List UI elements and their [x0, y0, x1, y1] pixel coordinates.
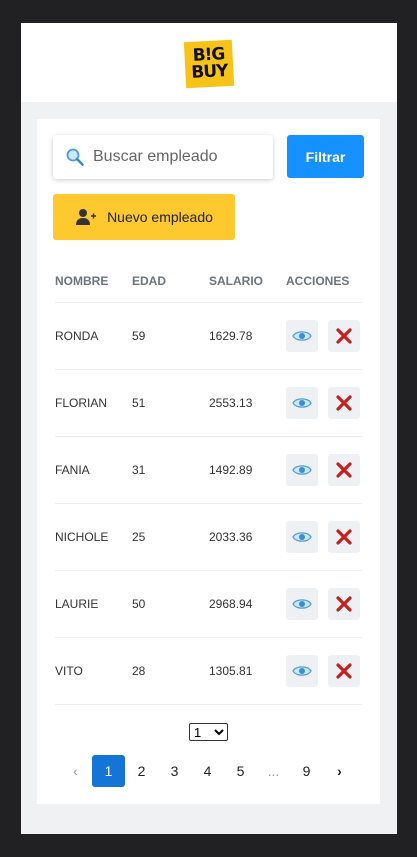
view-button[interactable]: [286, 655, 318, 687]
add-user-icon: [76, 209, 97, 225]
search-box[interactable]: [53, 135, 273, 179]
table-row: FLORIAN 51 2553.13: [55, 370, 362, 437]
delete-button[interactable]: [328, 454, 360, 486]
delete-x-icon: [336, 462, 352, 478]
eye-icon: [292, 532, 312, 542]
cell-salary: 1629.78: [209, 329, 253, 343]
header-salario: SALARIO: [209, 273, 263, 288]
cell-actions: [286, 320, 362, 352]
view-button[interactable]: [286, 521, 318, 553]
filter-button[interactable]: Filtrar: [287, 135, 364, 178]
header-edad: EDAD: [132, 273, 167, 288]
cell-age: 50: [132, 597, 146, 611]
cell-age: 28: [132, 664, 146, 678]
bigbuy-logo[interactable]: B!G BUY: [183, 39, 235, 88]
cell-name: NICHOLE: [55, 530, 109, 544]
cell-salary: 2968.94: [209, 597, 253, 611]
prev-page-button[interactable]: ‹: [59, 755, 92, 787]
eye-icon: [292, 666, 312, 676]
new-employee-label: Nuevo empleado: [107, 209, 213, 225]
header: B!G BUY: [21, 23, 397, 102]
page-ellipsis: ...: [267, 763, 280, 779]
delete-x-icon: [336, 663, 352, 679]
search-row: [53, 135, 273, 179]
delete-button[interactable]: [328, 320, 360, 352]
cell-name: VITO: [55, 664, 83, 678]
eye-icon: [292, 331, 312, 341]
search-icon: [66, 148, 84, 166]
page-5-button[interactable]: 5: [224, 755, 257, 787]
cell-age: 31: [132, 463, 146, 477]
delete-button[interactable]: [328, 588, 360, 620]
cell-age: 59: [132, 329, 146, 343]
cell-name: FLORIAN: [55, 396, 108, 410]
page-select[interactable]: 1: [189, 723, 228, 741]
next-page-button[interactable]: ›: [323, 755, 356, 787]
delete-button[interactable]: [328, 655, 360, 687]
delete-button[interactable]: [328, 521, 360, 553]
cell-salary: 1305.81: [209, 664, 253, 678]
cell-actions: [286, 588, 362, 620]
eye-icon: [292, 599, 312, 609]
delete-button[interactable]: [328, 387, 360, 419]
cell-age: 51: [132, 396, 146, 410]
new-employee-button[interactable]: Nuevo empleado: [53, 194, 235, 240]
cell-salary: 2553.13: [209, 396, 253, 410]
header-acciones: ACCIONES: [286, 273, 350, 288]
page-select-wrapper: 1: [189, 723, 228, 742]
eye-icon: [292, 465, 312, 475]
table-row: RONDA 59 1629.78: [55, 303, 362, 370]
cell-salary: 1492.89: [209, 463, 253, 477]
pagination: ‹ 1 2 3 4 5 ... 9 ›: [59, 755, 356, 787]
table-row: NICHOLE 25 2033.36: [55, 504, 362, 571]
delete-x-icon: [336, 328, 352, 344]
view-button[interactable]: [286, 387, 318, 419]
cell-actions: [286, 387, 362, 419]
cell-name: LAURIE: [55, 597, 99, 611]
delete-x-icon: [336, 395, 352, 411]
delete-x-icon: [336, 596, 352, 612]
employees-card: Filtrar Nuevo empleado NOMBRE EDAD SALAR…: [37, 119, 380, 804]
page-3-button[interactable]: 3: [158, 755, 191, 787]
page-1-button[interactable]: 1: [92, 755, 125, 787]
employees-table: NOMBRE EDAD SALARIO ACCIONES RONDA 59 16…: [55, 259, 362, 705]
cell-age: 25: [132, 530, 146, 544]
table-row: FANIA 31 1492.89: [55, 437, 362, 504]
view-button[interactable]: [286, 454, 318, 486]
eye-icon: [292, 398, 312, 408]
cell-actions: [286, 521, 362, 553]
header-nombre: NOMBRE: [55, 273, 109, 288]
page-4-button[interactable]: 4: [191, 755, 224, 787]
cell-name: FANIA: [55, 463, 90, 477]
logo-line-2: BUY: [190, 60, 228, 83]
view-button[interactable]: [286, 588, 318, 620]
cell-name: RONDA: [55, 329, 99, 343]
table-row: LAURIE 50 2968.94: [55, 571, 362, 638]
delete-x-icon: [336, 529, 352, 545]
cell-salary: 2033.36: [209, 530, 253, 544]
page-2-button[interactable]: 2: [125, 755, 158, 787]
cell-actions: [286, 454, 362, 486]
cell-actions: [286, 655, 362, 687]
page-9-button[interactable]: 9: [290, 755, 323, 787]
view-button[interactable]: [286, 320, 318, 352]
table-header: NOMBRE EDAD SALARIO ACCIONES: [55, 259, 362, 303]
search-input[interactable]: [93, 148, 263, 166]
table-row: VITO 28 1305.81: [55, 638, 362, 705]
app-frame: B!G BUY Filtrar Nuevo empleado: [21, 23, 397, 834]
